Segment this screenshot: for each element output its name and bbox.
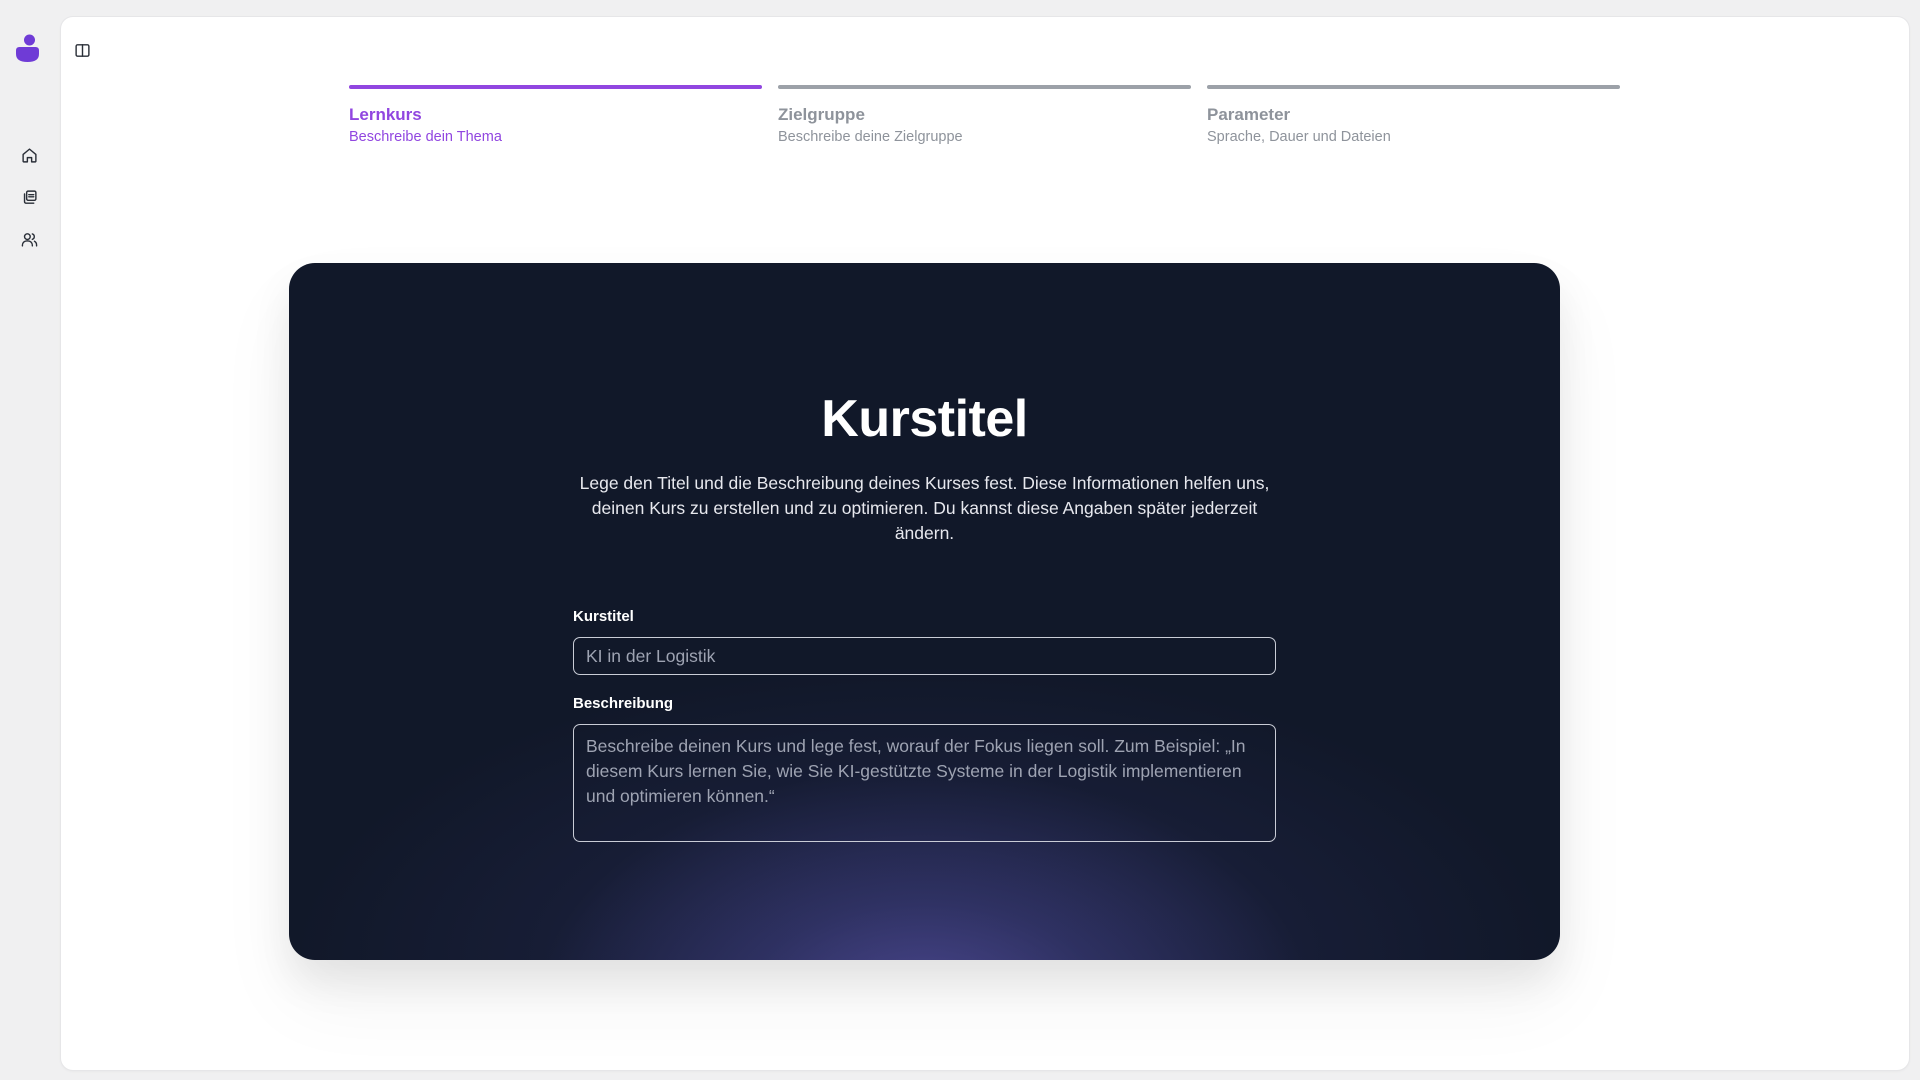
step-subtitle: Sprache, Dauer und Dateien: [1207, 129, 1391, 145]
course-title-card: Kurstitel Lege den Titel und die Beschre…: [289, 263, 1560, 960]
step-title: Zielgruppe: [778, 105, 865, 124]
users-icon: [21, 232, 37, 247]
step-progress-bar: [778, 85, 1191, 89]
step-progress-bar: [349, 85, 762, 89]
sidebar-toggle-button[interactable]: [69, 37, 95, 63]
sidebar-toggle-icon: [74, 43, 90, 57]
library-icon: [23, 189, 37, 204]
sidebar-item-home[interactable]: [16, 142, 42, 168]
step-title: Parameter: [1207, 105, 1291, 124]
course-title-label: Kurstitel: [573, 608, 634, 625]
blob-logo-icon[interactable]: [14, 33, 41, 65]
step-subtitle: Beschreibe dein Thema: [349, 129, 502, 145]
description-textarea[interactable]: [573, 724, 1276, 842]
description-label: Beschreibung: [573, 695, 674, 712]
step-indicator: Lernkurs Beschreibe dein Thema Zielgrupp…: [349, 85, 1620, 146]
step-title: Lernkurs: [349, 105, 422, 124]
step-subtitle: Beschreibe deine Zielgruppe: [778, 129, 963, 145]
sidebar-item-users[interactable]: [16, 226, 42, 252]
course-title-input[interactable]: [573, 637, 1276, 675]
step-lernkurs[interactable]: Lernkurs Beschreibe dein Thema: [349, 85, 762, 146]
step-zielgruppe[interactable]: Zielgruppe Beschreibe deine Zielgruppe: [778, 85, 1191, 146]
step-parameter[interactable]: Parameter Sprache, Dauer und Dateien: [1207, 85, 1620, 146]
sidebar-rail: [0, 0, 61, 1080]
step-progress-bar: [1207, 85, 1620, 89]
card-description: Lege den Titel und die Beschreibung dein…: [579, 473, 1270, 543]
sidebar-item-library[interactable]: [16, 184, 42, 210]
home-icon: [21, 147, 37, 163]
card-title: Kurstitel: [821, 390, 1028, 448]
